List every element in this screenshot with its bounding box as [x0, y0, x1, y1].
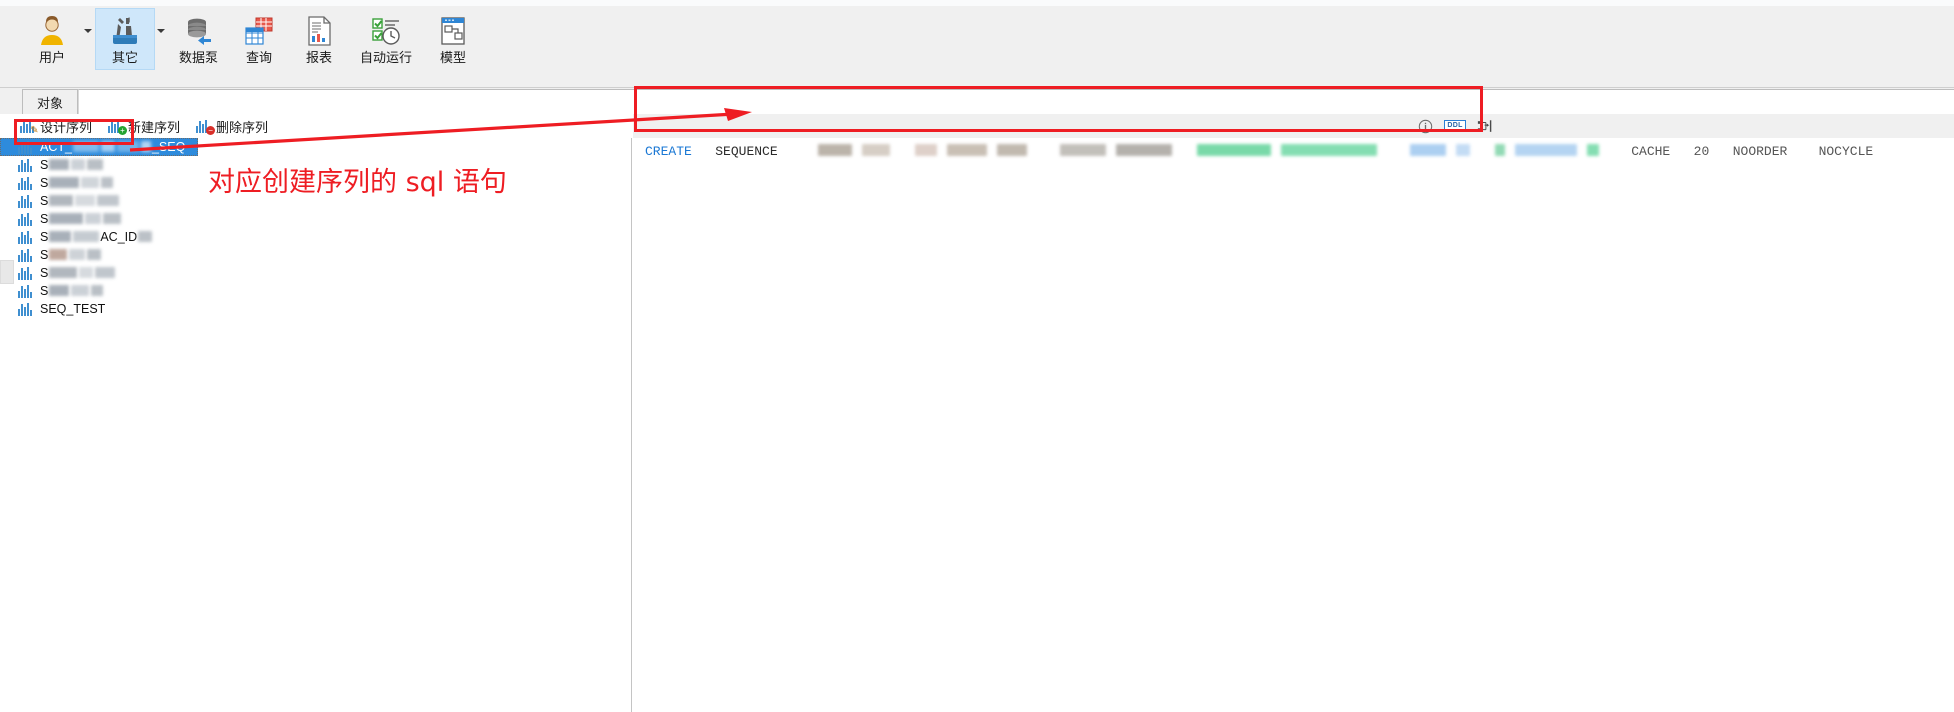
list-item-label: ACT_ _SEQ	[40, 140, 186, 154]
design-sequence-label: 设计序列	[40, 119, 93, 135]
list-item-label: S	[40, 246, 102, 264]
query-grid-icon	[242, 15, 276, 47]
sequence-icon	[18, 302, 34, 316]
new-sequence-button[interactable]: + 新建序列	[106, 116, 182, 136]
tabbar-empty-area	[78, 89, 1954, 114]
ribbon-label-other: 其它	[111, 50, 138, 65]
delete-sequence-label: 删除序列	[216, 119, 269, 135]
sequence-new-icon: +	[108, 119, 128, 135]
list-item-label: S AC_ID	[40, 228, 153, 246]
list-item[interactable]: S	[0, 264, 632, 282]
ribbon-button-report[interactable]: 报表	[289, 8, 349, 70]
sequence-icon	[18, 158, 34, 172]
ribbon-button-automation[interactable]: 自动运行	[349, 8, 423, 70]
list-item-label: S	[40, 174, 114, 192]
list-item-label: S	[40, 282, 104, 300]
ribbon-button-model[interactable]: 模型	[423, 8, 483, 70]
ribbon-button-datapump[interactable]: 数据泵	[168, 8, 229, 70]
new-sequence-label: 新建序列	[128, 119, 181, 135]
minus-badge-icon: −	[206, 126, 216, 135]
ribbon-caret-other[interactable]	[156, 0, 166, 84]
tab-object-label: 对象	[36, 95, 63, 111]
ribbon-item-list: 用户 其它 数据泵 查询 报表 自动运行 模型	[22, 8, 483, 84]
list-item-label: S	[40, 192, 120, 210]
sequence-action-toolbar: ✎ 设计序列 + 新建序列 − 删除序列	[0, 114, 632, 138]
pencil-badge-icon: ✎	[30, 124, 39, 136]
sequence-icon	[18, 248, 34, 262]
list-item-label: S	[40, 210, 122, 228]
ribbon-toolbar: 用户 其它 数据泵 查询 报表 自动运行 模型	[0, 0, 1954, 88]
list-item[interactable]: S	[0, 246, 632, 264]
ribbon-top-strip	[0, 0, 1954, 6]
list-item[interactable]: S AC_ID	[0, 228, 632, 246]
object-tabbar: 对象	[0, 88, 1954, 114]
sql-keyword-noorder: NOORDER	[1732, 144, 1788, 159]
ribbon-label-query: 查询	[246, 50, 273, 65]
sequence-icon	[18, 176, 34, 190]
list-item[interactable]: ACT_ _SEQ	[0, 138, 198, 156]
tools-icon	[108, 15, 142, 47]
vertical-scrollbar[interactable]	[0, 260, 14, 284]
sql-statement-line: CREATE SEQUENCE CACHE 20 NOORDER NOCYCLE	[645, 143, 1873, 161]
format-sql-icon[interactable]	[1475, 117, 1495, 135]
sql-keyword-create: CREATE	[645, 144, 692, 159]
sequence-delete-icon: −	[196, 119, 216, 135]
list-item-label: SEQ_TEST	[40, 302, 106, 316]
ribbon-button-other[interactable]: 其它	[95, 8, 155, 70]
ddl-toggle-icon[interactable]: DDL	[1444, 117, 1466, 135]
sql-preview-pane: DDL CREATE SEQUENCE CACHE 20 NOORDER NOC…	[633, 114, 1954, 712]
sequence-list-pane: ✎ 设计序列 + 新建序列 − 删除序列 ACT_ _SEQ S S S S S…	[0, 114, 632, 712]
ribbon-label-user: 用户	[38, 50, 65, 65]
sql-keyword-cache: CACHE	[1631, 144, 1671, 159]
sequence-tree-list[interactable]: ACT_ _SEQ S S S S S AC_ID S S S SEQ_TEST	[0, 138, 632, 712]
sequence-icon	[18, 140, 34, 154]
ribbon-label-report: 报表	[306, 50, 333, 65]
database-pump-icon	[182, 15, 216, 47]
sequence-icon	[18, 230, 34, 244]
sql-value-cache-size: 20	[1693, 144, 1710, 159]
list-item[interactable]: SEQ_TEST	[0, 300, 632, 318]
annotation-callout-text: 对应创建序列的 sql 语句	[208, 167, 507, 198]
sql-editor-body[interactable]: CREATE SEQUENCE CACHE 20 NOORDER NOCYCLE	[633, 138, 1954, 712]
user-icon	[35, 15, 69, 47]
sequence-design-icon: ✎	[20, 119, 39, 136]
list-item[interactable]: S	[0, 210, 632, 228]
ribbon-button-user[interactable]: 用户	[22, 8, 82, 70]
sql-keyword-nocycle: NOCYCLE	[1818, 144, 1874, 159]
report-icon	[302, 15, 336, 47]
list-item-label: S	[40, 264, 116, 282]
ddl-chip-label: DDL	[1444, 120, 1466, 132]
sequence-icon	[18, 212, 34, 226]
delete-sequence-button[interactable]: − 删除序列	[194, 116, 270, 136]
info-icon[interactable]	[1415, 117, 1435, 135]
list-item[interactable]: S	[0, 282, 632, 300]
design-sequence-button[interactable]: ✎ 设计序列	[18, 116, 94, 136]
sequence-icon	[18, 194, 34, 208]
ribbon-caret-user[interactable]	[83, 0, 93, 84]
ribbon-button-query[interactable]: 查询	[229, 8, 289, 70]
ribbon-label-datapump: 数据泵	[179, 50, 219, 65]
sequence-icon	[18, 266, 34, 280]
ribbon-label-model: 模型	[440, 50, 467, 65]
plus-badge-icon: +	[118, 126, 128, 135]
sql-toolbar: DDL	[633, 114, 1954, 138]
sql-keyword-sequence: SEQUENCE	[715, 144, 778, 159]
ribbon-label-automation: 自动运行	[360, 50, 413, 65]
list-item-label: S	[40, 156, 104, 174]
automation-clock-icon	[369, 15, 403, 47]
tab-object[interactable]: 对象	[22, 89, 78, 114]
model-icon	[436, 15, 470, 47]
sequence-icon	[18, 284, 34, 298]
